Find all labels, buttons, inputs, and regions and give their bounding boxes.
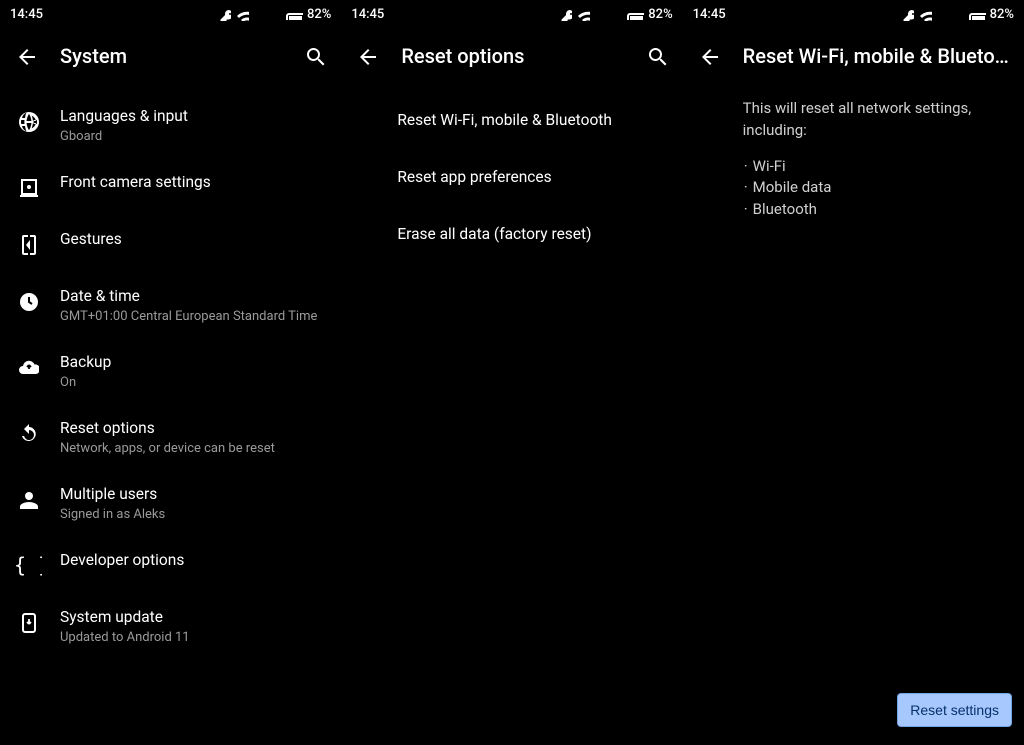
appbar: Reset Wi-Fi, mobile & Blueto… <box>683 28 1024 88</box>
globe-icon <box>17 110 39 132</box>
vpn-key-icon <box>900 7 914 21</box>
statusbar: 14:45 82% <box>341 0 682 28</box>
appbar: Reset options <box>341 28 682 88</box>
reset-icon <box>17 422 39 444</box>
wifi-icon <box>918 7 932 21</box>
row-subtitle: GMT+01:00 Central European Standard Time <box>60 309 325 324</box>
row-backup[interactable]: Backup On <box>0 338 341 404</box>
battery-icon <box>968 8 986 20</box>
row-title: Developer options <box>60 550 325 571</box>
row-title: Gestures <box>60 229 325 250</box>
row-reset-options[interactable]: Reset options Network, apps, or device ca… <box>0 404 341 470</box>
status-battery: 82% <box>307 7 331 22</box>
signal-icon-1 <box>253 8 265 20</box>
back-button[interactable] <box>347 36 387 76</box>
panel-reset-network: 14:45 82% Reset Wi-Fi, mobile & Blueto… … <box>683 0 1024 745</box>
vpn-key-icon <box>217 7 231 21</box>
row-reset-app-prefs[interactable]: Reset app preferences <box>341 149 682 206</box>
search-button[interactable] <box>295 36 335 76</box>
row-date-time[interactable]: Date & time GMT+01:00 Central European St… <box>0 272 341 338</box>
row-title: Erase all data (factory reset) <box>397 224 666 245</box>
wifi-icon <box>576 7 590 21</box>
row-title: Reset Wi-Fi, mobile & Bluetooth <box>397 110 666 131</box>
row-reset-network[interactable]: Reset Wi-Fi, mobile & Bluetooth <box>341 92 682 149</box>
status-battery: 82% <box>990 7 1014 22</box>
braces-icon <box>14 554 42 576</box>
signal-icon-1 <box>936 8 948 20</box>
battery-icon <box>626 8 644 20</box>
row-subtitle: On <box>60 375 325 390</box>
appbar: System <box>0 28 341 88</box>
status-time: 14:45 <box>351 7 384 22</box>
status-battery: 82% <box>648 7 672 22</box>
status-time: 14:45 <box>693 7 726 22</box>
back-button[interactable] <box>6 36 46 76</box>
row-title: Multiple users <box>60 484 325 505</box>
back-icon <box>356 45 378 67</box>
bullets: ·Wi-Fi ·Mobile data ·Bluetooth <box>743 156 1006 221</box>
signal-icon-1 <box>594 8 606 20</box>
status-time: 14:45 <box>10 7 43 22</box>
statusbar: 14:45 82% <box>683 0 1024 28</box>
row-front-camera[interactable]: Front camera settings <box>0 158 341 215</box>
page-title: Reset Wi-Fi, mobile & Blueto… <box>743 44 1018 68</box>
bullet-mobile: Mobile data <box>753 177 832 199</box>
row-developer-options[interactable]: Developer options <box>0 536 341 593</box>
signal-icon-2 <box>610 8 622 20</box>
clock-icon <box>17 290 39 312</box>
bullet-dot: · <box>743 199 749 221</box>
row-title: Date & time <box>60 286 325 307</box>
search-icon <box>646 45 668 67</box>
statusbar: 14:45 82% <box>0 0 341 28</box>
search-icon <box>304 45 326 67</box>
reset-detail: This will reset all network settings, in… <box>683 88 1024 745</box>
settings-list: Languages & input Gboard Front camera set… <box>0 88 341 745</box>
row-title: Reset app preferences <box>397 167 666 188</box>
row-title: Languages & input <box>60 106 325 127</box>
update-icon <box>17 611 39 633</box>
page-title: Reset options <box>401 44 622 68</box>
row-languages[interactable]: Languages & input Gboard <box>0 92 341 158</box>
person-icon <box>17 488 39 510</box>
row-gestures[interactable]: Gestures <box>0 215 341 272</box>
reset-list: Reset Wi-Fi, mobile & Bluetooth Reset ap… <box>341 88 682 745</box>
bullet-wifi: Wi-Fi <box>753 156 786 178</box>
battery-icon <box>285 8 303 20</box>
back-icon <box>698 45 720 67</box>
bullet-bluetooth: Bluetooth <box>753 199 817 221</box>
vpn-key-icon <box>558 7 572 21</box>
panel-reset-options: 14:45 82% Reset options Reset Wi-Fi, mob… <box>341 0 682 745</box>
search-button[interactable] <box>637 36 677 76</box>
row-subtitle: Network, apps, or device can be reset <box>60 441 325 456</box>
row-title: Backup <box>60 352 325 373</box>
row-subtitle: Updated to Android 11 <box>60 630 325 645</box>
cloud-icon <box>17 356 39 378</box>
row-title: Reset options <box>60 418 325 439</box>
back-icon <box>15 45 37 67</box>
signal-icon-2 <box>952 8 964 20</box>
back-button[interactable] <box>689 36 729 76</box>
row-title: System update <box>60 607 325 628</box>
row-system-update[interactable]: System update Updated to Android 11 <box>0 593 341 659</box>
page-title: System <box>60 44 281 68</box>
row-factory-reset[interactable]: Erase all data (factory reset) <box>341 206 682 263</box>
bullet-dot: · <box>743 156 749 178</box>
bullet-dot: · <box>743 177 749 199</box>
panel-system: 14:45 82% System Languages & input Gboard… <box>0 0 341 745</box>
wifi-icon <box>235 7 249 21</box>
row-subtitle: Gboard <box>60 129 325 144</box>
row-subtitle: Signed in as Aleks <box>60 507 325 522</box>
row-multiple-users[interactable]: Multiple users Signed in as Aleks <box>0 470 341 536</box>
reset-settings-button[interactable]: Reset settings <box>897 693 1012 727</box>
intro-text: This will reset all network settings, in… <box>743 98 1006 142</box>
signal-icon-2 <box>269 8 281 20</box>
gesture-icon <box>17 233 39 255</box>
row-title: Front camera settings <box>60 172 325 193</box>
camera-icon <box>17 176 39 198</box>
